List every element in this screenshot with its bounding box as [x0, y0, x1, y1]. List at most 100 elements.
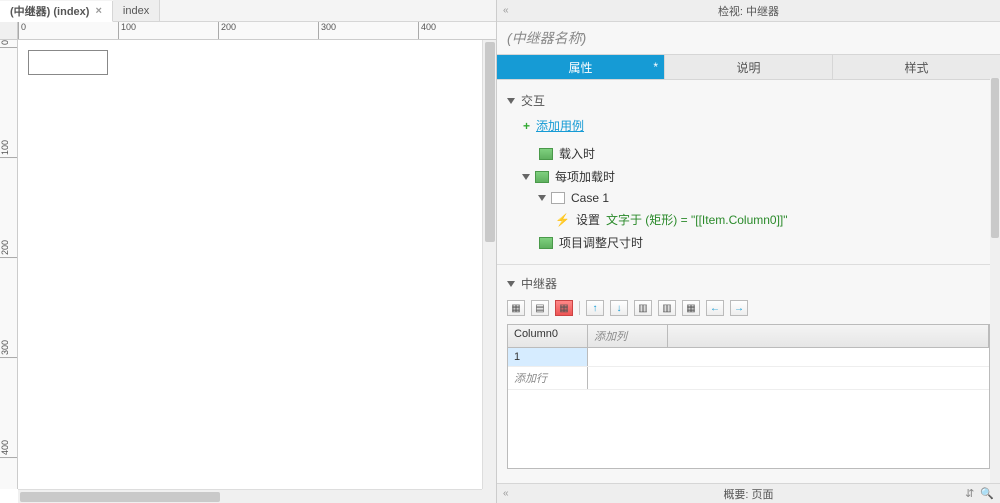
next-button[interactable]: →	[730, 300, 748, 316]
tab-repeater-index[interactable]: (中继器) (index) ×	[0, 1, 113, 22]
ruler-corner	[0, 22, 18, 40]
page-tabs: (中继器) (index) × index	[0, 0, 496, 22]
tab-index[interactable]: index	[113, 0, 160, 21]
h-tick: 0	[18, 22, 26, 39]
interactions-tree: 载入时 每项加载时 Case 1 ⚡ 设置 文字于 (矩形) = "[[Item…	[523, 142, 990, 254]
h-tick: 300	[318, 22, 336, 39]
add-case-label: 添加用例	[536, 117, 584, 134]
section-label: 交互	[521, 92, 545, 109]
canvas-wrap: 0 100 200 300 400 500 0 100 200 300 400 …	[0, 22, 496, 503]
section-interactions[interactable]: 交互	[507, 92, 990, 109]
empty-cell	[588, 367, 989, 389]
h-tick: 100	[118, 22, 136, 39]
event-onload[interactable]: 载入时	[523, 142, 990, 165]
tab-label: 属性	[568, 59, 592, 76]
add-case-link[interactable]: + 添加用例	[523, 117, 990, 134]
empty-cell[interactable]	[588, 348, 989, 366]
v-tick: 400	[0, 440, 17, 458]
event-itemresize[interactable]: 项目调整尺寸时	[523, 231, 990, 254]
design-canvas[interactable]	[18, 40, 482, 489]
add-row[interactable]: 添加行	[508, 367, 989, 390]
search-icon[interactable]: 🔍	[980, 487, 994, 500]
scrollbar-horizontal[interactable]	[18, 489, 482, 503]
tab-style[interactable]: 样式	[833, 55, 1000, 79]
tab-label: index	[123, 5, 149, 17]
ruler-vertical[interactable]: 0 100 200 300 400 500	[0, 40, 18, 489]
v-tick: 200	[0, 240, 17, 258]
divider	[497, 264, 1000, 265]
separator	[579, 301, 580, 315]
case-node[interactable]: Case 1	[539, 188, 990, 208]
table-row[interactable]: 1	[508, 348, 989, 367]
close-icon[interactable]: ×	[95, 5, 101, 17]
tab-label: 样式	[904, 59, 928, 76]
repeater-toolbar: ▦ ▤ ▦ ↑ ↓ ▥ ▥ ▦ ← →	[507, 300, 990, 316]
section-label: 中继器	[521, 275, 557, 292]
inspector-header: « 检视: 中继器	[497, 0, 1000, 22]
v-tick: 0	[0, 40, 17, 48]
properties-body: 交互 + 添加用例 载入时 每项加载时	[497, 80, 1000, 483]
event-label: 每项加载时	[555, 168, 615, 185]
case-icon	[551, 192, 565, 204]
event-icon	[539, 148, 553, 160]
chevron-down-icon	[507, 281, 515, 287]
add-column-cell[interactable]: 添加列	[588, 325, 668, 347]
scrollbar-vertical[interactable]	[990, 78, 1000, 483]
repeater-dataset: Column0 添加列 1 添加行	[507, 324, 990, 469]
sort-icon[interactable]: ⇵	[965, 487, 974, 500]
inspector-tabs: 属性 * 说明 样式	[497, 54, 1000, 80]
triangle-icon[interactable]	[522, 174, 530, 180]
add-row-cell: 添加行	[508, 367, 588, 389]
ruler-horizontal[interactable]: 0 100 200 300 400 500	[18, 22, 496, 40]
v-tick: 300	[0, 340, 17, 358]
add-column-button[interactable]: ▦	[507, 300, 525, 316]
scrollbar-vertical[interactable]	[482, 40, 496, 489]
prev-button[interactable]: ←	[706, 300, 724, 316]
scrollbar-thumb[interactable]	[991, 78, 999, 238]
dataset-body: 1 添加行	[508, 348, 989, 468]
widget-name-input[interactable]: (中继器名称)	[497, 22, 1000, 54]
h-tick: 400	[418, 22, 436, 39]
outline-footer[interactable]: « 概要: 页面 ⇵ 🔍	[497, 483, 1000, 503]
column-header[interactable]: Column0	[508, 325, 588, 347]
h-tick: 200	[218, 22, 236, 39]
data-cell[interactable]: 1	[508, 348, 588, 366]
minimize-icon[interactable]: «	[503, 488, 509, 499]
footer-title: 概要: 页面	[723, 486, 773, 502]
action-body: 文字于 (矩形) = "[[Item.Column0]]"	[606, 211, 788, 228]
action-prefix: 设置	[576, 211, 600, 228]
tab-notes[interactable]: 说明	[665, 55, 833, 79]
tab-label: 说明	[736, 59, 760, 76]
event-itemload[interactable]: 每项加载时	[523, 165, 990, 188]
event-label: 载入时	[559, 145, 595, 162]
header-spacer	[668, 325, 989, 347]
align-button[interactable]: ▥	[634, 300, 652, 316]
grid-button[interactable]: ▤	[531, 300, 549, 316]
inspector-title: 检视: 中继器	[718, 3, 779, 19]
case-label: Case 1	[571, 191, 609, 205]
dirty-indicator: *	[653, 60, 658, 74]
section-repeater[interactable]: 中继器	[507, 275, 990, 292]
move-up-button[interactable]: ↑	[586, 300, 604, 316]
delete-column-button[interactable]: ▦	[555, 300, 573, 316]
event-label: 项目调整尺寸时	[559, 234, 643, 251]
event-icon	[535, 171, 549, 183]
plus-icon: +	[523, 119, 530, 133]
rectangle-widget[interactable]	[28, 50, 108, 75]
footer-icons: ⇵ 🔍	[965, 487, 994, 500]
dataset-header: Column0 添加列	[508, 325, 989, 348]
move-down-button[interactable]: ↓	[610, 300, 628, 316]
chevron-down-icon	[507, 98, 515, 104]
triangle-icon[interactable]	[538, 195, 546, 201]
flash-icon: ⚡	[555, 213, 570, 227]
align-button[interactable]: ▥	[658, 300, 676, 316]
action-set-text[interactable]: ⚡ 设置 文字于 (矩形) = "[[Item.Column0]]"	[555, 208, 990, 231]
inspector-pane: « 检视: 中继器 (中继器名称) 属性 * 说明 样式 交互 + 添加用例	[497, 0, 1000, 503]
tab-label: (中继器) (index)	[10, 3, 89, 19]
scrollbar-thumb[interactable]	[485, 42, 495, 242]
event-icon	[539, 237, 553, 249]
minimize-icon[interactable]: «	[503, 5, 509, 16]
scrollbar-thumb[interactable]	[20, 492, 220, 502]
grid-button-2[interactable]: ▦	[682, 300, 700, 316]
tab-properties[interactable]: 属性 *	[497, 55, 665, 79]
